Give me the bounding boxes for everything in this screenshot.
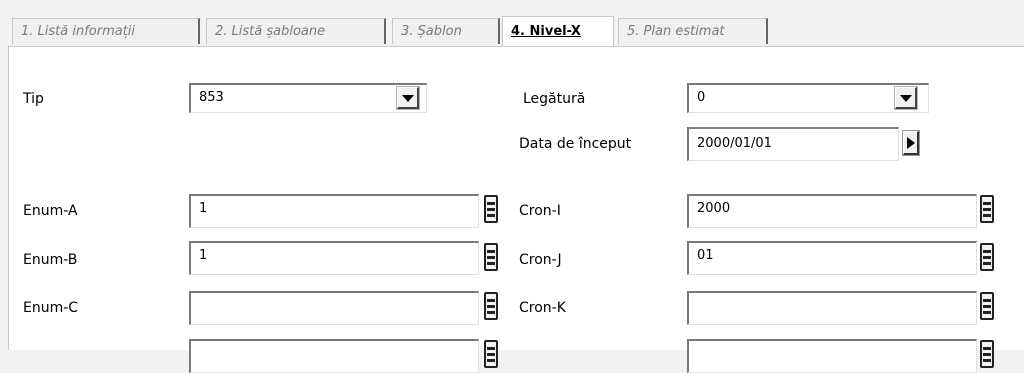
legatura-select[interactable]: 0 xyxy=(687,83,929,113)
enum-a-value: 1 xyxy=(199,201,208,216)
enum-b-picker list-picker-icon[interactable] xyxy=(484,243,498,271)
cron-i-input[interactable]: 2000 xyxy=(687,194,977,228)
cron-j-picker list-picker-icon[interactable] xyxy=(980,243,994,271)
cron-i-picker list-picker-icon[interactable] xyxy=(980,195,994,223)
cron-l-picker list-picker-icon[interactable] xyxy=(980,340,994,368)
cron-i-label: Cron-I xyxy=(519,203,561,219)
form-panel: Tip 853 Legătură 0 Data de început 2000/… xyxy=(8,46,1024,373)
tab-lista-sabloane[interactable]: 2. Listă șabloane xyxy=(206,18,386,44)
cron-i-value: 2000 xyxy=(697,201,731,216)
tab-nivel-x-label: 4. Nivel-X xyxy=(511,24,581,39)
cron-k-picker list-picker-icon[interactable] xyxy=(980,292,994,320)
cron-j-input[interactable]: 01 xyxy=(687,241,977,275)
data-inceput-field[interactable]: 2000/01/01 xyxy=(687,127,899,161)
tip-label: Tip xyxy=(23,91,44,107)
cron-j-value: 01 xyxy=(697,248,714,263)
enum-b-label: Enum-B xyxy=(23,252,78,268)
tab-sablon[interactable]: 3. Șablon xyxy=(392,18,500,44)
tip-select[interactable]: 853 xyxy=(189,83,427,113)
enum-b-input[interactable]: 1 xyxy=(189,241,479,275)
tab-nivel-x[interactable]: 4. Nivel-X xyxy=(502,16,614,46)
cron-l-input[interactable] xyxy=(687,339,977,373)
cron-k-label: Cron-K xyxy=(519,300,566,316)
enum-b-value: 1 xyxy=(199,248,208,263)
data-inceput-value: 2000/01/01 xyxy=(697,136,772,151)
tip-dropdown-button chevron-down-icon[interactable] xyxy=(396,86,420,110)
enum-c-picker list-picker-icon[interactable] xyxy=(484,292,498,320)
tip-value: 853 xyxy=(199,90,224,105)
tab-lista-informatii[interactable]: 1. Listă informații xyxy=(12,18,200,44)
legatura-value: 0 xyxy=(697,90,706,105)
enum-d-input[interactable] xyxy=(189,339,479,373)
cron-j-label: Cron-J xyxy=(519,252,562,268)
enum-d-picker list-picker-icon[interactable] xyxy=(484,340,498,368)
enum-c-input[interactable] xyxy=(189,291,479,325)
tab-plan-estimat[interactable]: 5. Plan estimat xyxy=(618,18,768,44)
enum-a-input[interactable]: 1 xyxy=(189,194,479,228)
enum-c-label: Enum-C xyxy=(23,300,79,316)
legatura-dropdown-button chevron-down-icon[interactable] xyxy=(894,86,918,110)
enum-a-picker list-picker-icon[interactable] xyxy=(484,195,498,223)
data-inceput-label: Data de început xyxy=(519,136,632,152)
enum-a-label: Enum-A xyxy=(23,203,78,219)
play-arrow-icon[interactable] xyxy=(902,130,920,156)
tab-bar: 1. Listă informații 2. Listă șabloane 3.… xyxy=(12,16,1012,46)
legatura-label: Legătură xyxy=(523,91,586,107)
cron-k-input[interactable] xyxy=(687,291,977,325)
